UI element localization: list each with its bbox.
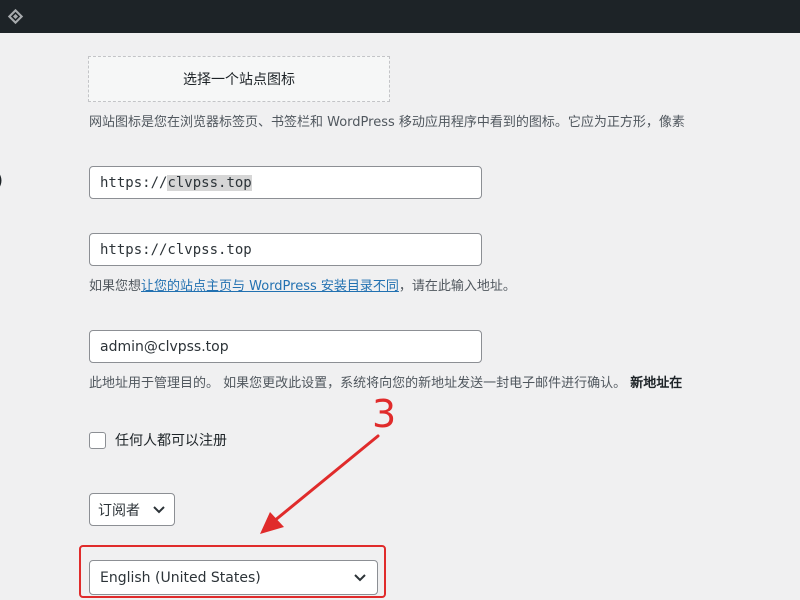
wordpress-address-input[interactable]: https://clvpss.top xyxy=(89,166,482,199)
admin-email-value: admin@clvpss.top xyxy=(100,338,229,355)
admin-email-input[interactable]: admin@clvpss.top xyxy=(89,330,482,363)
chevron-down-icon xyxy=(354,573,366,581)
default-role-select[interactable]: 订阅者 xyxy=(89,493,175,526)
site-language-value: English (United States) xyxy=(100,569,261,586)
anyone-can-register-label[interactable]: 任何人都可以注册 xyxy=(115,430,227,450)
default-role-value: 订阅者 xyxy=(98,502,140,519)
anyone-can-register-checkbox[interactable] xyxy=(89,431,106,449)
site-address-description: 如果您想让您的站点主页与 WordPress 安装目录不同，请在此输入地址。 xyxy=(89,275,516,294)
wordpress-address-selected-text: clvpss.top xyxy=(167,174,252,191)
admin-email-description-text: 此地址用于管理目的。 如果您更改此设置，系统将向您的新地址发送一封电子邮件进行确… xyxy=(89,376,627,391)
site-address-value: https://clvpss.top xyxy=(100,241,252,258)
site-language-select[interactable]: English (United States) xyxy=(89,560,378,595)
chevron-down-icon xyxy=(153,505,165,513)
site-address-description-prefix: 如果您想 xyxy=(89,279,142,294)
admin-email-description-bold: 新地址在 xyxy=(630,376,683,391)
wordpress-logo-icon[interactable] xyxy=(7,8,24,25)
site-address-description-suffix: ，请在此输入地址。 xyxy=(398,279,516,294)
site-address-input[interactable]: https://clvpss.top xyxy=(89,233,482,266)
annotation-arrow-icon xyxy=(260,434,380,534)
membership-setting: 任何人都可以注册 xyxy=(89,430,227,450)
site-icon-description: 网站图标是您在浏览器标签页、书签栏和 WordPress 移动应用程序中看到的图… xyxy=(89,115,685,130)
site-address-help-link[interactable]: 让您的站点主页与 WordPress 安装目录不同 xyxy=(141,279,399,294)
cut-off-label-fragment: ) xyxy=(0,170,3,191)
choose-site-icon-button[interactable]: 选择一个站点图标 xyxy=(88,56,390,102)
admin-email-description: 此地址用于管理目的。 如果您更改此设置，系统将向您的新地址发送一封电子邮件进行确… xyxy=(89,372,682,391)
wordpress-address-prefix: https:// xyxy=(100,174,168,191)
admin-top-bar xyxy=(0,0,800,33)
